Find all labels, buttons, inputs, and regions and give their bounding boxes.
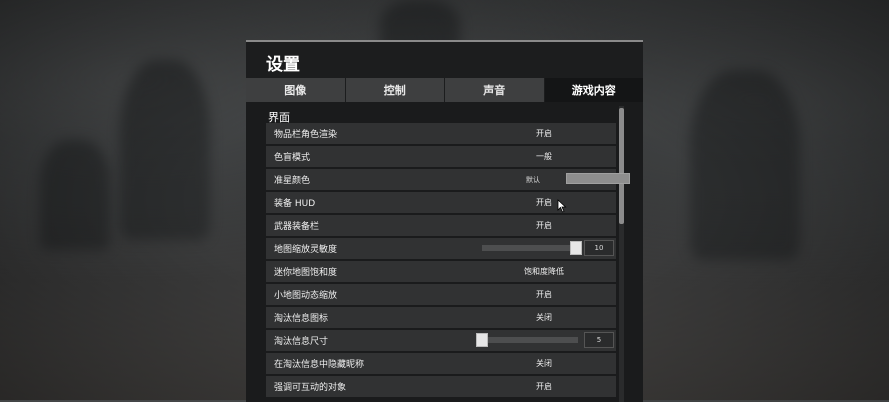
tab-controls[interactable]: 控制 xyxy=(345,78,445,102)
setting-label: 强调可互动的对象 xyxy=(274,383,347,393)
tab-graphics[interactable]: 图像 xyxy=(246,78,346,102)
setting-value[interactable]: 关闭 xyxy=(516,358,572,369)
setting-value[interactable]: 开启 xyxy=(516,128,572,139)
settings-content: 界面 物品栏角色渲染 开启 色盲模式 一般 准星颜色 默认 装备 HUD 开启 … xyxy=(246,102,643,402)
setting-row-highlight-interactables[interactable]: 强调可互动的对象 开启 xyxy=(266,376,616,397)
setting-row-crosshair-color[interactable]: 准星颜色 默认 xyxy=(266,169,630,190)
setting-row-map-zoom-sensitivity[interactable]: 地图缩放灵敏度 10 xyxy=(266,238,616,259)
setting-label: 小地图动态缩放 xyxy=(274,291,338,301)
setting-row-colorblind-mode[interactable]: 色盲模式 一般 xyxy=(266,146,616,167)
setting-label: 武器装备栏 xyxy=(274,222,320,232)
setting-label: 色盲模式 xyxy=(274,153,311,163)
scrollbar-thumb[interactable] xyxy=(619,108,624,224)
slider-track[interactable] xyxy=(482,245,582,251)
setting-label: 准星颜色 xyxy=(274,176,311,186)
setting-value[interactable]: 开启 xyxy=(516,220,572,231)
setting-row-minimap-dynamic-zoom[interactable]: 小地图动态缩放 开启 xyxy=(266,284,616,305)
color-default-label: 默认 xyxy=(526,176,540,184)
slider-thumb[interactable] xyxy=(476,333,488,347)
panel-title: 设置 xyxy=(266,55,300,75)
tab-gameplay[interactable]: 游戏内容 xyxy=(544,78,643,102)
setting-row-minimap-saturation[interactable]: 迷你地图饱和度 饱和度降低 xyxy=(266,261,616,282)
setting-value[interactable]: 开启 xyxy=(516,381,572,392)
slider-value-box[interactable]: 10 xyxy=(584,240,614,256)
mouse-cursor-icon xyxy=(557,199,567,213)
setting-row-killfeed-icon[interactable]: 淘汰信息图标 关闭 xyxy=(266,307,616,328)
setting-label: 物品栏角色渲染 xyxy=(274,130,338,140)
setting-value[interactable]: 饱和度降低 xyxy=(516,266,572,277)
setting-row-hide-names-in-killfeed[interactable]: 在淘汰信息中隐藏昵称 关闭 xyxy=(266,353,616,374)
setting-row-weapon-slots[interactable]: 武器装备栏 开启 xyxy=(266,215,616,236)
slider-thumb[interactable] xyxy=(570,241,582,255)
setting-label: 装备 HUD xyxy=(274,199,316,209)
crosshair-color-swatch[interactable] xyxy=(566,173,630,184)
setting-value[interactable]: 一般 xyxy=(516,151,572,162)
setting-row-inventory-character-render[interactable]: 物品栏角色渲染 开启 xyxy=(266,123,616,144)
setting-label: 地图缩放灵敏度 xyxy=(274,245,338,255)
setting-label: 淘汰信息尺寸 xyxy=(274,337,329,347)
setting-label: 在淘汰信息中隐藏昵称 xyxy=(274,360,365,370)
setting-value[interactable]: 开启 xyxy=(516,289,572,300)
settings-panel: 设置 图像 控制 声音 游戏内容 界面 物品栏角色渲染 开启 色盲模式 一般 准… xyxy=(246,40,643,402)
tab-audio[interactable]: 声音 xyxy=(445,78,545,102)
tab-bar: 图像 控制 声音 游戏内容 xyxy=(246,78,643,102)
setting-row-killfeed-size[interactable]: 淘汰信息尺寸 5 xyxy=(266,330,616,351)
setting-value[interactable]: 关闭 xyxy=(516,312,572,323)
slider-value-box[interactable]: 5 xyxy=(584,332,614,348)
setting-label: 淘汰信息图标 xyxy=(274,314,329,324)
setting-label: 迷你地图饱和度 xyxy=(274,268,338,278)
slider-track[interactable] xyxy=(478,337,578,343)
